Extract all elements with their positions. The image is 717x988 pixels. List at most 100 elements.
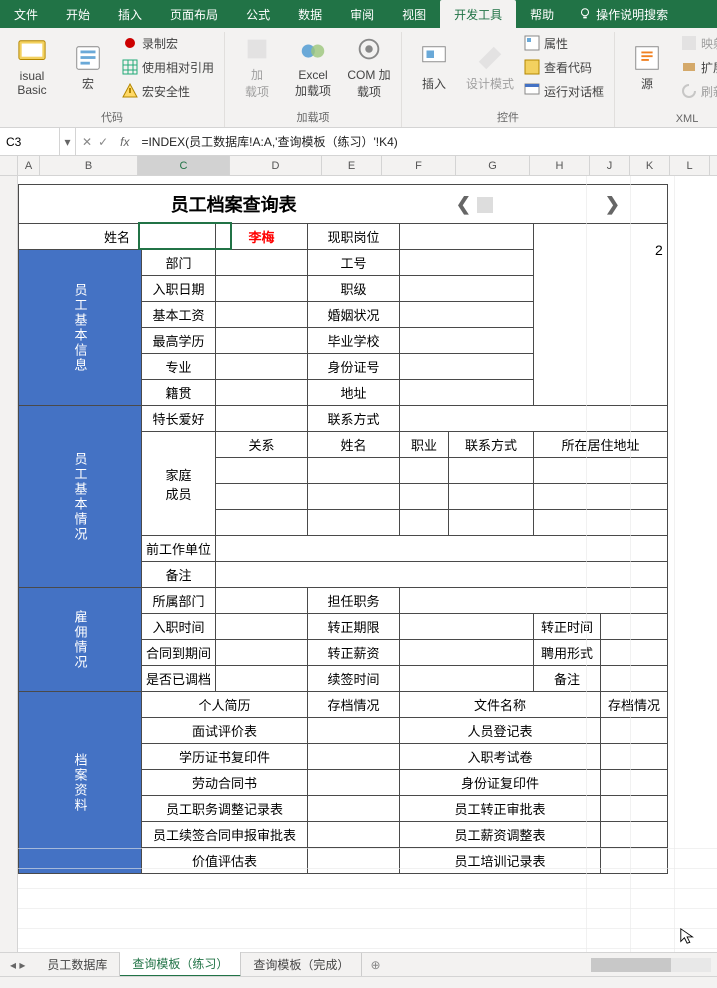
cell[interactable]: 籍贯: [142, 380, 216, 406]
cells[interactable]: 员工档案查询表 ❮ ❯ 姓名 李梅 现职岗位 员工基本信息 部门工号 入职日期职…: [18, 176, 717, 982]
view-code-button[interactable]: 查看代码: [520, 56, 608, 78]
cell[interactable]: [216, 250, 308, 276]
cell[interactable]: 身份证复印件: [400, 770, 601, 796]
cell[interactable]: 员工职务调整记录表: [142, 796, 308, 822]
cell[interactable]: 入职时间: [142, 614, 216, 640]
cell[interactable]: 联系方式: [308, 406, 400, 432]
tab-developer[interactable]: 开发工具: [440, 0, 516, 28]
cell[interactable]: [400, 250, 534, 276]
run-dialog-button[interactable]: 运行对话框: [520, 80, 608, 102]
xml-source-button[interactable]: 源: [621, 32, 673, 102]
insert-control-button[interactable]: 插入: [408, 32, 460, 102]
cell[interactable]: 婚姻状况: [308, 302, 400, 328]
cell[interactable]: 续签时间: [308, 666, 400, 692]
properties-button[interactable]: 属性: [520, 32, 608, 54]
k2-value[interactable]: 2: [655, 242, 663, 258]
cell[interactable]: [216, 302, 308, 328]
col-b[interactable]: B: [40, 156, 138, 175]
cell[interactable]: 面试评价表: [142, 718, 308, 744]
cell[interactable]: 存档情况: [308, 692, 400, 718]
cell[interactable]: 家庭 成员: [142, 432, 216, 536]
cell[interactable]: [400, 510, 449, 536]
relative-ref-button[interactable]: 使用相对引用: [118, 56, 218, 78]
cell[interactable]: [400, 302, 534, 328]
cell[interactable]: [308, 822, 400, 848]
cell[interactable]: [216, 458, 308, 484]
cell[interactable]: [400, 328, 534, 354]
cell[interactable]: 员工薪资调整表: [400, 822, 601, 848]
col-l[interactable]: L: [670, 156, 710, 175]
cell[interactable]: 员工转正审批表: [400, 796, 601, 822]
tab-home[interactable]: 开始: [52, 0, 104, 28]
cell[interactable]: 文件名称: [400, 692, 601, 718]
refresh-data-button[interactable]: 刷新数据: [677, 80, 717, 102]
cell[interactable]: [400, 458, 449, 484]
cell[interactable]: 劳动合同书: [142, 770, 308, 796]
tab-view[interactable]: 视图: [388, 0, 440, 28]
cell[interactable]: [216, 510, 308, 536]
tab-review[interactable]: 审阅: [336, 0, 388, 28]
col-k[interactable]: K: [630, 156, 670, 175]
cell[interactable]: 关系: [216, 432, 308, 458]
cell[interactable]: [216, 484, 308, 510]
confirm-formula-icon[interactable]: ✓: [98, 135, 108, 149]
cell[interactable]: 最高学历: [142, 328, 216, 354]
cell[interactable]: 职业: [400, 432, 449, 458]
cell[interactable]: 转正薪资: [308, 640, 400, 666]
tab-formula[interactable]: 公式: [232, 0, 284, 28]
tab-file[interactable]: 文件: [0, 0, 52, 28]
tab-nav[interactable]: ◂ ▸: [0, 958, 35, 972]
excel-addins-button[interactable]: Excel 加载项: [287, 32, 339, 102]
cell[interactable]: 学历证书复印件: [142, 744, 308, 770]
cell[interactable]: [216, 614, 308, 640]
cell[interactable]: 专业: [142, 354, 216, 380]
cell[interactable]: [216, 666, 308, 692]
cell[interactable]: [216, 588, 308, 614]
col-d[interactable]: D: [230, 156, 322, 175]
cell[interactable]: [308, 458, 400, 484]
cell[interactable]: [400, 614, 534, 640]
cell[interactable]: [308, 484, 400, 510]
col-a[interactable]: A: [18, 156, 40, 175]
cell[interactable]: 担任职务: [308, 588, 400, 614]
sheet-tab-1[interactable]: 查询模板（练习）: [120, 952, 241, 977]
tab-data[interactable]: 数据: [284, 0, 336, 28]
cell[interactable]: [216, 354, 308, 380]
col-e[interactable]: E: [322, 156, 382, 175]
col-g[interactable]: G: [456, 156, 530, 175]
cell[interactable]: 合同到期间: [142, 640, 216, 666]
cell[interactable]: 转正期限: [308, 614, 400, 640]
cell[interactable]: [448, 510, 533, 536]
cell[interactable]: [400, 640, 534, 666]
cell[interactable]: [308, 718, 400, 744]
cell[interactable]: 姓名: [308, 432, 400, 458]
select-all-corner[interactable]: [0, 156, 18, 175]
cell[interactable]: [308, 510, 400, 536]
cell[interactable]: [308, 744, 400, 770]
cell[interactable]: 是否已调档: [142, 666, 216, 692]
cell[interactable]: 毕业学校: [308, 328, 400, 354]
cell[interactable]: [308, 796, 400, 822]
tab-insert[interactable]: 插入: [104, 0, 156, 28]
name-box-dropdown[interactable]: ▾: [60, 128, 76, 155]
cell[interactable]: 基本工资: [142, 302, 216, 328]
hscroll[interactable]: [389, 958, 717, 972]
cell[interactable]: [308, 770, 400, 796]
cell[interactable]: 特长爱好: [142, 406, 216, 432]
com-addins-button[interactable]: COM 加载项: [343, 32, 395, 102]
cell[interactable]: 部门: [142, 250, 216, 276]
cell[interactable]: 职级: [308, 276, 400, 302]
cell[interactable]: 身份证号: [308, 354, 400, 380]
cell[interactable]: [216, 406, 308, 432]
tab-help[interactable]: 帮助: [516, 0, 568, 28]
cell[interactable]: 个人简历: [142, 692, 308, 718]
visual-basic-button[interactable]: isual Basic: [6, 32, 58, 102]
cell[interactable]: [400, 354, 534, 380]
fx-icon[interactable]: fx: [114, 135, 135, 149]
cell[interactable]: [400, 484, 449, 510]
cell[interactable]: 联系方式: [448, 432, 533, 458]
expand-pack-button[interactable]: 扩展包: [677, 56, 717, 78]
cell[interactable]: [400, 276, 534, 302]
cell[interactable]: [448, 484, 533, 510]
cell[interactable]: 工号: [308, 250, 400, 276]
